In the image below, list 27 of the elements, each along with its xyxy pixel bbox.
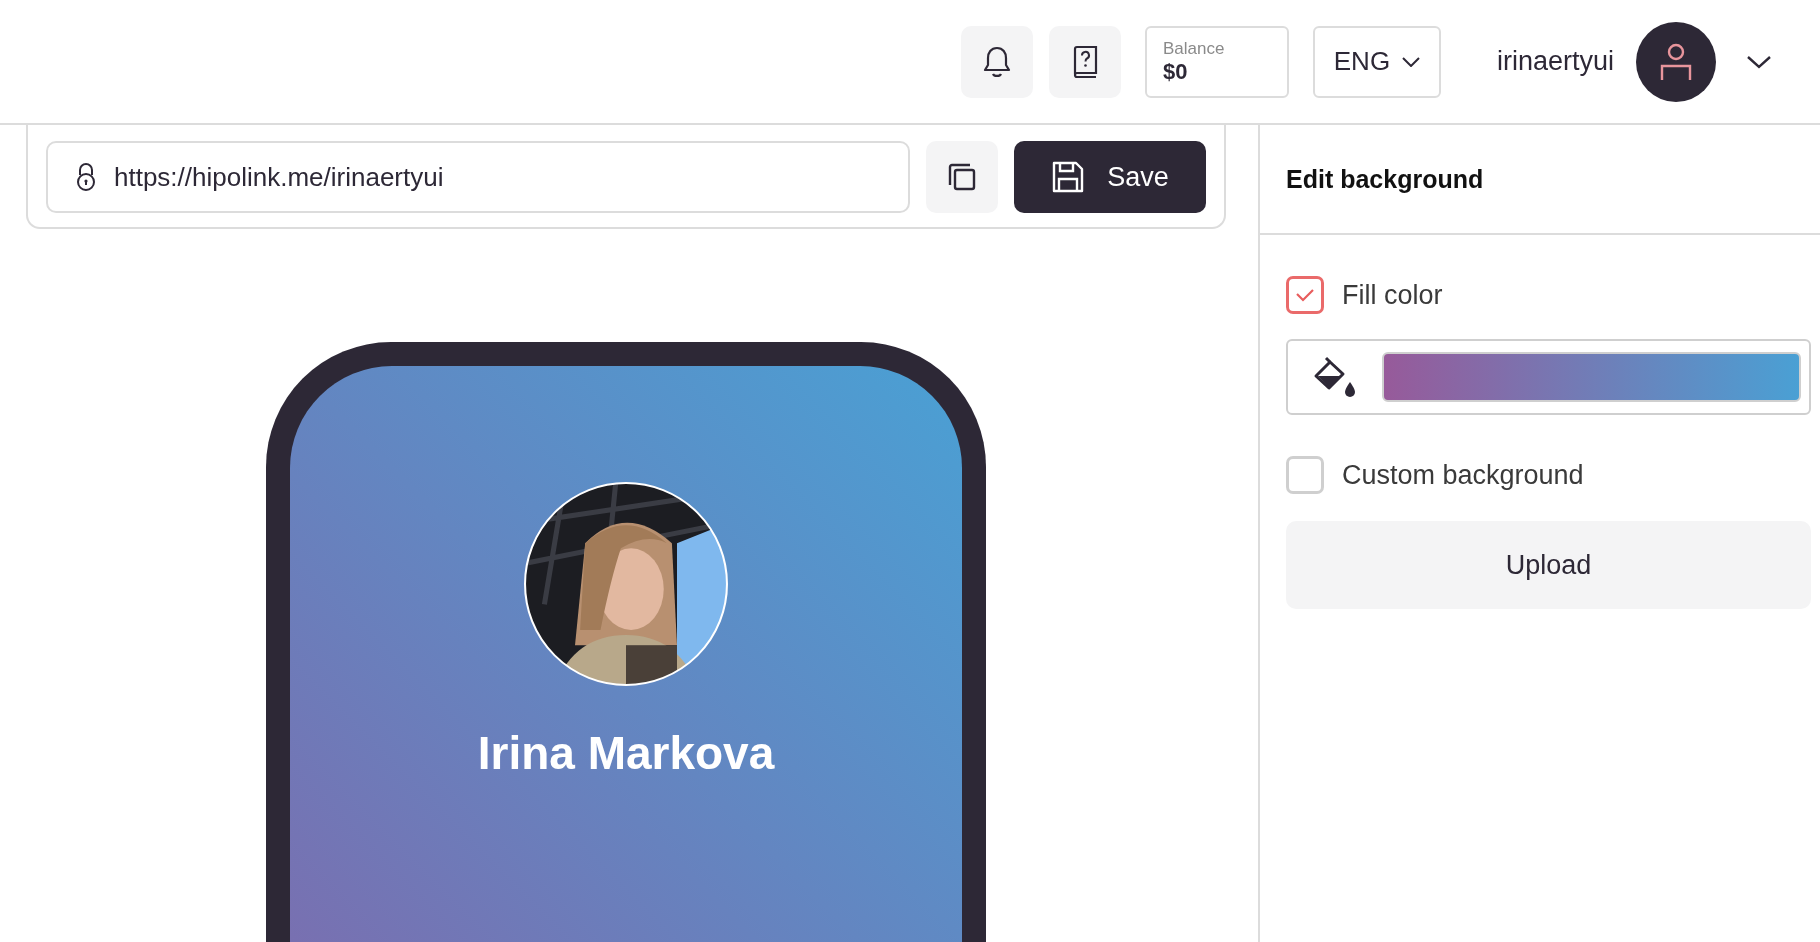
help-button[interactable] xyxy=(1048,25,1121,98)
profile-name: Irina Markova xyxy=(477,726,775,780)
color-picker[interactable] xyxy=(1286,339,1811,415)
upload-button[interactable]: Upload xyxy=(1286,521,1811,609)
url-text: https://hipolink.me/irinaertyui xyxy=(114,161,444,193)
panel-title: Edit background xyxy=(1286,164,1484,194)
balance-value: $0 xyxy=(1162,58,1189,85)
paint-bucket-icon xyxy=(1312,354,1358,400)
notifications-button[interactable] xyxy=(960,25,1033,98)
balance-label: Balance xyxy=(1162,38,1226,59)
username: irinaertyui xyxy=(1496,46,1614,77)
chevron-down-icon xyxy=(1402,56,1421,67)
bell-icon xyxy=(981,44,1012,79)
url-field[interactable]: https://hipolink.me/irinaertyui xyxy=(46,141,910,213)
option-label: Custom background xyxy=(1342,459,1584,491)
checkbox[interactable] xyxy=(1286,456,1324,494)
lock-icon xyxy=(74,162,98,192)
copy-icon xyxy=(946,161,978,193)
gradient-swatch[interactable] xyxy=(1382,352,1801,402)
save-button[interactable]: Save xyxy=(1014,141,1206,213)
copy-button[interactable] xyxy=(926,141,998,213)
person-icon xyxy=(1659,41,1693,82)
language-dropdown[interactable]: ENG xyxy=(1312,25,1441,98)
chevron-down-icon[interactable] xyxy=(1746,54,1772,69)
checkbox[interactable] xyxy=(1286,276,1324,314)
check-icon xyxy=(1295,288,1315,302)
option-label: Fill color xyxy=(1342,279,1443,311)
